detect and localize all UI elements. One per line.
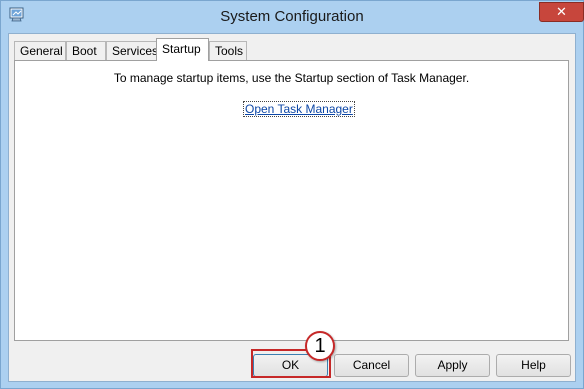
dialog-client-area: General Boot Services Startup Tools To m… — [8, 33, 576, 382]
startup-tab-panel: To manage startup items, use the Startup… — [14, 60, 569, 341]
tab-tools[interactable]: Tools — [209, 41, 247, 60]
startup-info-message: To manage startup items, use the Startup… — [113, 71, 470, 85]
open-task-manager-link[interactable]: Open Task Manager — [243, 101, 355, 117]
apply-button[interactable]: Apply — [415, 354, 490, 377]
close-button[interactable]: ✕ — [539, 2, 584, 22]
cancel-button[interactable]: Cancel — [334, 354, 409, 377]
tab-services[interactable]: Services — [106, 41, 158, 60]
tab-general[interactable]: General — [14, 41, 66, 60]
tab-startup[interactable]: Startup — [156, 38, 209, 61]
title-bar[interactable]: System Configuration ✕ — [1, 1, 584, 33]
system-configuration-window: System Configuration ✕ General Boot Serv… — [0, 0, 584, 389]
help-button[interactable]: Help — [496, 354, 571, 377]
step-number-badge: 1 — [305, 331, 335, 361]
close-icon: ✕ — [556, 4, 567, 19]
tab-boot[interactable]: Boot — [66, 41, 106, 60]
window-title: System Configuration — [220, 8, 364, 25]
